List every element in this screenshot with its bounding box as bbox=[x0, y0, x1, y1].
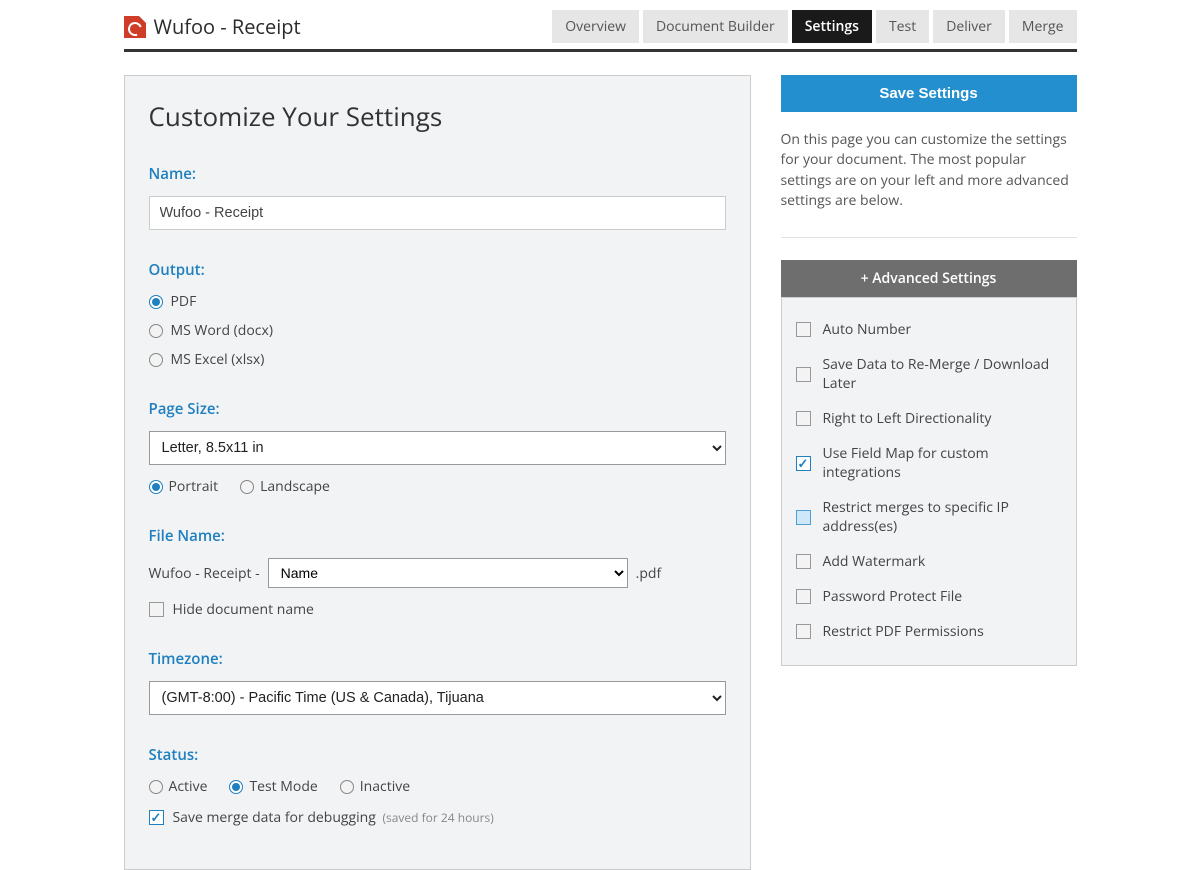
pdf-icon bbox=[124, 16, 146, 38]
section-output: Output: PDF MS Word (docx) MS Excel (xlsx) bbox=[149, 260, 726, 369]
advanced-label: Right to Left Directionality bbox=[823, 409, 992, 428]
tab-merge[interactable]: Merge bbox=[1009, 10, 1077, 43]
output-label: Output: bbox=[149, 260, 726, 280]
radio-label: Test Mode bbox=[249, 777, 317, 796]
status-label: Status: bbox=[149, 745, 726, 765]
right-column: Save Settings On this page you can custo… bbox=[781, 75, 1077, 666]
advanced-settings-header[interactable]: + Advanced Settings bbox=[781, 260, 1077, 297]
radio-icon bbox=[229, 780, 243, 794]
advanced-checkbox[interactable] bbox=[796, 624, 811, 639]
advanced-item: Use Field Map for custom integrations bbox=[796, 436, 1062, 490]
radio-icon bbox=[149, 780, 163, 794]
advanced-checkbox[interactable] bbox=[796, 456, 811, 471]
advanced-label: Restrict merges to specific IP address(e… bbox=[823, 498, 1062, 536]
header-bar: Wufoo - Receipt OverviewDocument Builder… bbox=[124, 10, 1077, 52]
panel-heading: Customize Your Settings bbox=[149, 98, 726, 134]
tab-settings[interactable]: Settings bbox=[792, 10, 872, 43]
section-page-size: Page Size: Letter, 8.5x11 in Portrait Lan… bbox=[149, 399, 726, 496]
orientation-option-landscape[interactable]: Landscape bbox=[240, 477, 330, 496]
advanced-checkbox[interactable] bbox=[796, 510, 811, 525]
advanced-checkbox[interactable] bbox=[796, 367, 811, 382]
advanced-label: Password Protect File bbox=[823, 587, 963, 606]
advanced-label: Add Watermark bbox=[823, 552, 926, 571]
file-name-prefix: Wufoo - Receipt - bbox=[149, 564, 260, 583]
output-option-ms-excel-xlsx-[interactable]: MS Excel (xlsx) bbox=[149, 350, 726, 369]
advanced-label: Use Field Map for custom integrations bbox=[823, 444, 1062, 482]
save-settings-button[interactable]: Save Settings bbox=[781, 75, 1077, 112]
advanced-label: Save Data to Re-Merge / Download Later bbox=[823, 355, 1062, 393]
timezone-select[interactable]: (GMT-8:00) - Pacific Time (US & Canada),… bbox=[149, 681, 726, 715]
file-name-extension: .pdf bbox=[636, 564, 662, 583]
file-name-label: File Name: bbox=[149, 526, 726, 546]
section-name: Name: bbox=[149, 164, 726, 230]
advanced-item: Restrict PDF Permissions bbox=[796, 614, 1062, 649]
advanced-item: Restrict merges to specific IP address(e… bbox=[796, 490, 1062, 544]
radio-icon bbox=[149, 295, 163, 309]
save-merge-checkbox[interactable] bbox=[149, 810, 164, 825]
hide-document-name-label: Hide document name bbox=[173, 600, 314, 619]
section-timezone: Timezone: (GMT-8:00) - Pacific Time (US … bbox=[149, 649, 726, 715]
name-input[interactable] bbox=[149, 196, 726, 230]
radio-label: MS Excel (xlsx) bbox=[171, 350, 265, 369]
section-file-name: File Name: Wufoo - Receipt - Name .pdf H… bbox=[149, 526, 726, 619]
tab-overview[interactable]: Overview bbox=[552, 10, 639, 43]
radio-label: Active bbox=[169, 777, 208, 796]
status-option-inactive[interactable]: Inactive bbox=[340, 777, 410, 796]
advanced-checkbox[interactable] bbox=[796, 589, 811, 604]
advanced-settings-box: Auto Number Save Data to Re-Merge / Downl… bbox=[781, 297, 1077, 666]
timezone-label: Timezone: bbox=[149, 649, 726, 669]
document-title: Wufoo - Receipt bbox=[154, 13, 301, 40]
radio-label: Landscape bbox=[260, 477, 330, 496]
page-size-select[interactable]: Letter, 8.5x11 in bbox=[149, 431, 726, 465]
hide-document-name-checkbox[interactable] bbox=[149, 602, 164, 617]
tab-document-builder[interactable]: Document Builder bbox=[643, 10, 788, 43]
name-label: Name: bbox=[149, 164, 726, 184]
title-area: Wufoo - Receipt bbox=[124, 13, 301, 40]
radio-icon bbox=[149, 480, 163, 494]
advanced-label: Auto Number bbox=[823, 320, 912, 339]
advanced-checkbox[interactable] bbox=[796, 322, 811, 337]
file-name-dropdown[interactable]: Name bbox=[268, 558, 628, 588]
advanced-item: Save Data to Re-Merge / Download Later bbox=[796, 347, 1062, 401]
radio-label: MS Word (docx) bbox=[171, 321, 273, 340]
save-merge-label: Save merge data for debugging (saved for… bbox=[173, 808, 494, 827]
status-option-test-mode[interactable]: Test Mode bbox=[229, 777, 317, 796]
advanced-checkbox[interactable] bbox=[796, 554, 811, 569]
settings-panel: Customize Your Settings Name: Output: PD… bbox=[124, 75, 751, 870]
radio-label: Inactive bbox=[360, 777, 410, 796]
advanced-item: Password Protect File bbox=[796, 579, 1062, 614]
orientation-option-portrait[interactable]: Portrait bbox=[149, 477, 219, 496]
nav-tabs: OverviewDocument BuilderSettingsTestDeli… bbox=[552, 10, 1076, 43]
radio-label: PDF bbox=[171, 292, 197, 311]
advanced-item: Add Watermark bbox=[796, 544, 1062, 579]
save-merge-hint: (saved for 24 hours) bbox=[382, 809, 493, 826]
advanced-item: Right to Left Directionality bbox=[796, 401, 1062, 436]
status-option-active[interactable]: Active bbox=[149, 777, 208, 796]
radio-icon bbox=[149, 353, 163, 367]
output-option-ms-word-docx-[interactable]: MS Word (docx) bbox=[149, 321, 726, 340]
radio-icon bbox=[240, 480, 254, 494]
advanced-checkbox[interactable] bbox=[796, 411, 811, 426]
radio-icon bbox=[340, 780, 354, 794]
tab-deliver[interactable]: Deliver bbox=[933, 10, 1005, 43]
page-size-label: Page Size: bbox=[149, 399, 726, 419]
output-option-pdf[interactable]: PDF bbox=[149, 292, 726, 311]
section-status: Status: Active Test Mode Inactive Save mer… bbox=[149, 745, 726, 827]
advanced-label: Restrict PDF Permissions bbox=[823, 622, 984, 641]
help-text: On this page you can customize the setti… bbox=[781, 130, 1077, 238]
tab-test[interactable]: Test bbox=[876, 10, 929, 43]
radio-label: Portrait bbox=[169, 477, 219, 496]
advanced-item: Auto Number bbox=[796, 312, 1062, 347]
radio-icon bbox=[149, 324, 163, 338]
